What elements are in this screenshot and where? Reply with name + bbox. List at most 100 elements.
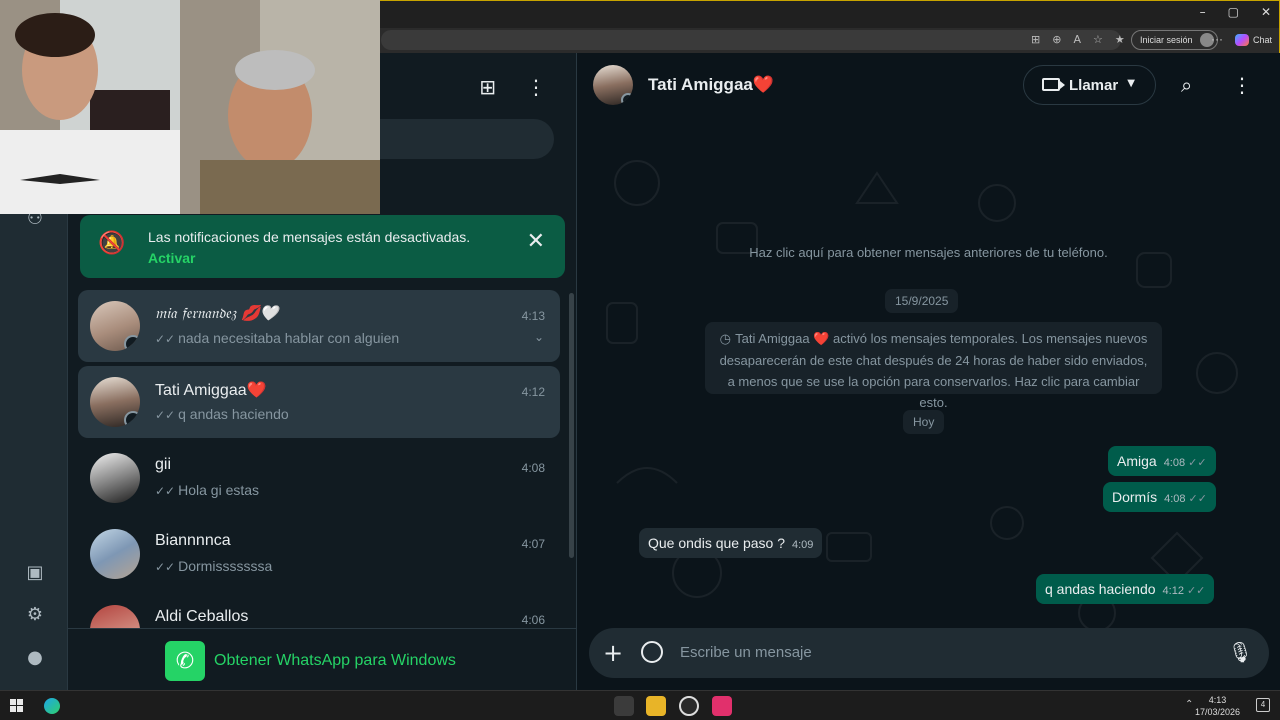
status-icon — [621, 93, 633, 105]
bell-off-icon: 🔕 — [98, 231, 126, 256]
video-camera-icon — [1042, 78, 1065, 91]
whatsapp-logo-icon: ✆ — [165, 641, 205, 681]
close-window-button[interactable]: ✕ — [1261, 5, 1271, 19]
chat-time: 4:06 — [521, 613, 545, 627]
message-time: 4:08 — [1163, 457, 1186, 469]
search-icon[interactable]: ⌕ — [1181, 73, 1192, 97]
double-check-icon: ✓✓ — [1186, 584, 1206, 597]
message-input[interactable]: Escribe un mensaje — [680, 644, 812, 661]
double-check-icon: ✓✓ — [155, 560, 176, 574]
avatar — [90, 453, 140, 503]
chat-item[interactable]: gii 4:08 ✓✓ Hola gi estas — [78, 442, 560, 514]
status-icon — [124, 335, 140, 351]
clock[interactable]: 4:13 17/03/2026 — [1195, 694, 1240, 718]
avatar — [90, 605, 140, 628]
favorite-star-icon[interactable]: ☆ — [1093, 33, 1103, 46]
browser-menu-icon[interactable]: ··· — [1211, 32, 1223, 46]
get-app-text: Obtener WhatsApp para Windows — [214, 652, 456, 669]
avatar — [90, 377, 140, 427]
message-time: 4:12 — [1162, 585, 1184, 597]
chat-item[interactable]: 𝔪𝔦𝔞 𝔣𝔢𝔯𝔫𝔞𝔫𝔡𝔢𝔷 💋🤍 4:13 ✓✓ nada necesitaba … — [78, 290, 560, 362]
timer-icon: ◷ — [719, 332, 736, 347]
message-text: Que ondis que paso ? — [648, 535, 785, 551]
double-check-icon: ✓✓ — [1188, 492, 1207, 505]
copilot-button[interactable]: Chat — [1235, 31, 1272, 49]
double-check-icon: ✓✓ — [1188, 456, 1207, 469]
microphone-icon[interactable]: 🎙 — [1228, 640, 1253, 664]
message-bubble[interactable]: Dormís 4:08 ✓✓ — [1103, 482, 1216, 512]
maximize-button[interactable]: ▢ — [1228, 5, 1239, 19]
notification-text: Las notificaciones de mensajes están des… — [148, 229, 471, 245]
zoom-icon[interactable]: ⊕ — [1052, 33, 1061, 46]
double-check-icon: ✓✓ — [155, 332, 176, 346]
call-button[interactable]: Llamar ▼ — [1023, 65, 1156, 105]
menu-icon[interactable]: ⋮ — [526, 75, 546, 99]
avatar — [90, 301, 140, 351]
date-divider: Hoy — [903, 410, 945, 434]
message-text: Dormís — [1112, 489, 1158, 505]
profile-icon[interactable]: ● — [22, 644, 48, 670]
obs-icon[interactable] — [679, 696, 699, 716]
toolbar-icons: ⊞ ⊕ A ☆ ★ — [1031, 33, 1125, 46]
favorites-icon[interactable]: ★ — [1115, 33, 1125, 46]
disappearing-messages-notice[interactable]: ◷ Tati Amiggaa ❤️ activó los mensajes te… — [705, 322, 1162, 410]
chevron-down-icon[interactable]: ⌄ — [534, 330, 544, 344]
chat-time: 4:08 — [521, 461, 545, 475]
call-label: Llamar — [1069, 77, 1119, 94]
new-chat-icon[interactable]: ⊞ — [479, 75, 496, 99]
minimize-button[interactable]: – — [1200, 5, 1206, 19]
chat-item[interactable]: Biannnnca 4:07 ✓✓ Dormisssssssa — [78, 518, 560, 590]
close-icon[interactable]: ✕ — [527, 229, 545, 254]
edge-taskbar-icon[interactable] — [44, 698, 60, 714]
tiktok-icon[interactable] — [712, 696, 732, 716]
menu-icon[interactable]: ⋮ — [1232, 73, 1252, 97]
window-controls: – ▢ ✕ — [1200, 5, 1271, 19]
read-aloud-icon[interactable]: A — [1073, 33, 1081, 46]
conversation-header: Tati Amiggaa❤️ Llamar ▼ ⌕ ⋮ — [577, 53, 1280, 117]
message-bubble[interactable]: q andas haciendo 4:12 ✓✓ — [1036, 574, 1215, 604]
avatar — [90, 529, 140, 579]
message-bubble[interactable]: Que ondis que paso ? 4:09 — [639, 528, 823, 558]
notification-center-icon[interactable]: 4 — [1256, 698, 1270, 712]
chat-time: 4:13 — [521, 309, 545, 323]
chat-name: gii — [155, 456, 172, 473]
conversation-panel: Tati Amiggaa❤️ Llamar ▼ ⌕ ⋮ Haz clic aqu… — [577, 53, 1280, 690]
attach-plus-icon[interactable]: + — [603, 639, 623, 667]
message-time: 4:09 — [792, 539, 814, 551]
chat-item[interactable]: Aldi Ceballos 4:06 — [78, 594, 560, 628]
apps-icon[interactable]: ⊞ — [1031, 33, 1040, 46]
file-explorer-icon[interactable] — [646, 696, 666, 716]
start-icon[interactable] — [10, 699, 23, 712]
signin-button[interactable]: Iniciar sesión — [1131, 30, 1218, 50]
tray-chevron-icon[interactable]: ⌃ — [1185, 699, 1193, 710]
contact-avatar[interactable] — [593, 65, 633, 105]
chat-name: Tati Amiggaa❤️ — [155, 382, 267, 399]
older-messages-link[interactable]: Haz clic aquí para obtener mensajes ante… — [577, 245, 1280, 260]
get-app-banner[interactable]: ✆ Obtener WhatsApp para Windows — [68, 628, 576, 690]
copilot-label: Chat — [1253, 35, 1273, 45]
sticker-emoji-icon[interactable] — [641, 641, 663, 663]
windows-taskbar: ⌃ 4:13 17/03/2026 4 — [0, 690, 1280, 720]
contact-name[interactable]: Tati Amiggaa❤️ — [648, 75, 774, 95]
screen: – ▢ ✕ ⊞ ⊕ A ☆ ★ Iniciar sesión ··· Chat … — [0, 0, 1280, 720]
webcam-feed-image — [0, 0, 380, 214]
media-gallery-icon[interactable]: ▣ — [22, 559, 48, 585]
status-icon — [124, 411, 140, 427]
activate-link[interactable]: Activar — [148, 250, 195, 266]
chevron-down-icon: ▼ — [1127, 78, 1135, 89]
clock-date: 17/03/2026 — [1194, 707, 1240, 717]
chat-preview: ✓✓ Dormisssssssa — [155, 558, 273, 574]
signin-label: Iniciar sesión — [1140, 35, 1193, 45]
chat-item[interactable]: Tati Amiggaa❤️ 4:12 ✓✓ q andas haciendo — [78, 366, 560, 438]
settings-gear-icon[interactable]: ⚙ — [22, 601, 48, 627]
chat-name: 𝔪𝔦𝔞 𝔣𝔢𝔯𝔫𝔞𝔫𝔡𝔢𝔷 💋🤍 — [155, 304, 279, 322]
address-field[interactable] — [381, 30, 1121, 50]
message-text: q andas haciendo — [1045, 581, 1156, 597]
message-bubble[interactable]: Amiga 4:08 ✓✓ — [1108, 446, 1216, 476]
chat-preview: ✓✓ nada necesitaba hablar con alguien — [155, 330, 400, 346]
chat-time: 4:07 — [521, 537, 545, 551]
scrollbar[interactable] — [569, 293, 574, 558]
clock-time: 4:13 — [1208, 695, 1227, 705]
double-check-icon: ✓✓ — [155, 408, 176, 422]
edge-active-icon[interactable] — [614, 696, 634, 716]
